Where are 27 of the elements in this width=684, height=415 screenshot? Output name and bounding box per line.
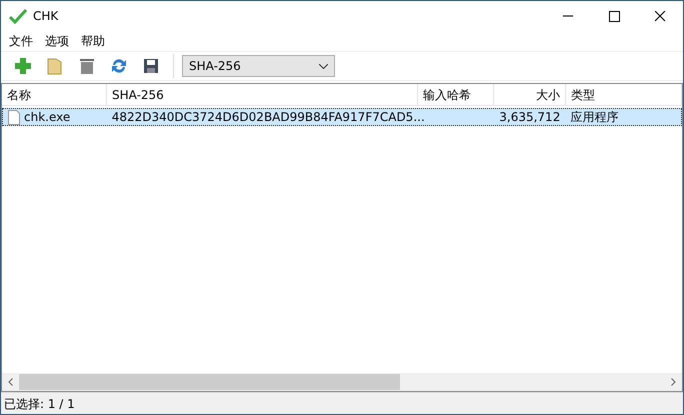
table-cell-text: 3,635,712 — [499, 109, 560, 126]
menu-item[interactable]: 选项 — [39, 32, 75, 50]
hash-select[interactable]: SHA-256 — [182, 55, 335, 77]
table-cell-text: 应用程序 — [570, 109, 618, 126]
column-header[interactable]: 大小 — [494, 84, 566, 105]
menu-item[interactable]: 文件 — [3, 32, 39, 50]
chevron-icon — [319, 64, 328, 68]
table-cell-text: 4822D340DC3724D6D02BAD99B84FA917F7CAD5... — [112, 109, 425, 126]
checkmark-icon — [9, 8, 27, 24]
column-header[interactable]: 名称 — [2, 84, 107, 105]
scrollbar-thumb[interactable] — [19, 374, 400, 390]
column-header[interactable]: 类型 — [566, 84, 682, 105]
maximize-icon — [608, 10, 620, 22]
menu-item[interactable]: 帮助 — [75, 32, 111, 50]
chevron-left-icon — [8, 378, 13, 386]
column-header[interactable]: SHA-256 — [107, 84, 418, 105]
save-icon — [141, 56, 161, 76]
table-row[interactable]: chk.exe 4822D340DC3724D6D02BAD99B84FA917F7CAD5... 3,635,712 应用程序 — [2, 108, 682, 126]
file-icon — [8, 110, 20, 124]
table-cell-text: chk.exe — [24, 109, 70, 126]
window-title: CHK — [33, 8, 58, 25]
close-icon — [654, 10, 666, 22]
status-text: 已选择: 1 / 1 — [4, 396, 75, 412]
column-header[interactable]: 输入哈希 — [418, 84, 494, 105]
trash-icon — [77, 56, 97, 76]
chevron-right-icon — [671, 378, 676, 386]
add-icon — [13, 56, 33, 76]
